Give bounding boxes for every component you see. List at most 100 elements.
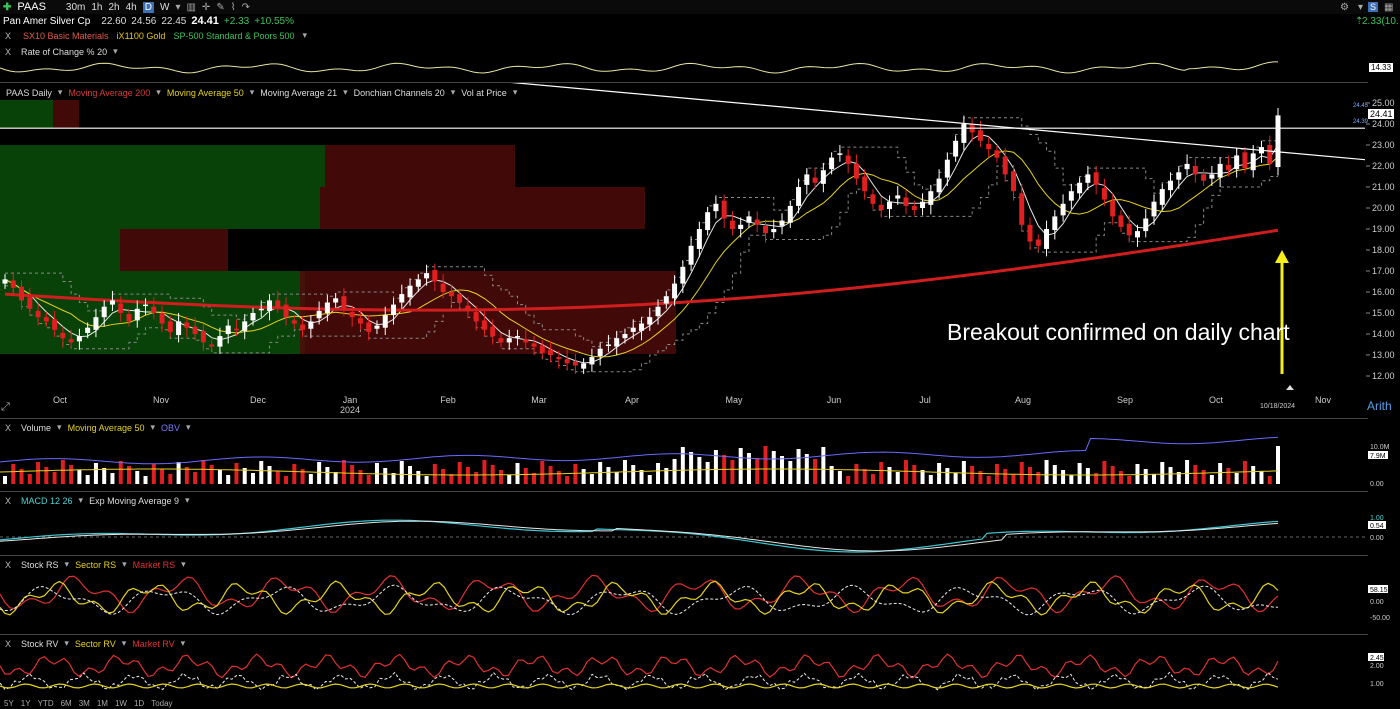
chevron-down-icon[interactable]: ▾ [303,30,308,41]
comparison-gold[interactable]: iX1100 Gold [117,31,166,41]
volume-label[interactable]: Volume [21,423,51,433]
volume-bar [1209,475,1214,484]
volume-ma-label[interactable]: Moving Average 50 [68,423,145,433]
candle-body [324,302,330,313]
candle-body [2,279,8,284]
date-tick-label: Feb [440,395,456,405]
roc-panel: 14.33 [0,61,1393,74]
candle-body [250,313,256,321]
volume-bar [234,463,239,484]
date-tick-label: Nov [153,395,170,405]
comparison-sp500[interactable]: SP-500 Standard & Poors 500 [173,31,294,41]
close-icon[interactable]: X [5,31,11,41]
volume-bar [176,462,181,484]
range-today[interactable]: Today [151,699,172,708]
range-1y[interactable]: 1Y [21,699,31,708]
chevron-down-icon[interactable]: ▾ [1358,2,1363,13]
interval-4h[interactable]: 4h [126,2,137,13]
volume-bar [27,474,32,484]
crosshair-icon[interactable]: ✛ [202,2,210,13]
close-icon[interactable]: X [5,423,11,433]
candle-body [275,300,281,307]
interval-daily[interactable]: D [142,1,154,13]
candle-body [316,310,322,319]
candle-body [357,318,363,324]
volume-bar [796,449,801,484]
price-tick-label: 23.00 [1372,140,1395,150]
candle-body [333,298,339,303]
volume-bar [837,471,842,484]
candle-body [986,143,992,150]
symbol-label[interactable]: PAAS [17,1,46,13]
candle-body [911,205,917,211]
obv-label[interactable]: OBV [161,423,180,433]
quote-line: Pan Amer Silver Cp 22.60 24.56 22.45 24.… [0,14,1400,28]
volume-bar [1135,464,1140,484]
volume-bar [250,473,255,484]
candle-body [1019,193,1025,225]
volume-bar [961,461,966,484]
candle-body [300,324,306,330]
brush-icon[interactable]: ⌇ [231,2,236,13]
macd-line [0,519,1279,553]
candle-body [1052,216,1058,231]
volume-bar [1276,446,1280,484]
candle-body [448,292,454,297]
candle-body [589,357,595,365]
high-value: 24.56 [131,15,157,27]
volume-bar [151,464,156,484]
vol-tick-2: 7.9M [1370,453,1386,460]
range-ytd[interactable]: YTD [38,699,54,708]
change-value: +2.33 [223,15,250,27]
volume-bar [680,447,685,484]
rv-tick-2: 2.00 [1370,663,1384,670]
comparison-basic-materials[interactable]: SX10 Basic Materials [23,31,109,41]
volume-bar [763,446,768,484]
expand-icon[interactable]: ⤢ [1,401,10,413]
volume-bar [829,466,834,484]
range-6m[interactable]: 6M [61,699,72,708]
chevron-down-icon[interactable]: ▾ [175,2,180,13]
volume-bar [93,463,98,484]
candle-body [564,359,570,364]
add-icon[interactable]: ✚ [3,2,11,13]
interval-1h[interactable]: 1h [91,2,102,13]
rv-chart: 2.45 2.00 1.00 [0,653,1384,691]
range-3m[interactable]: 3M [79,699,90,708]
interval-30m[interactable]: 30m [66,2,85,13]
volume-bar [1259,471,1264,484]
volume-bar [441,469,446,484]
volume-bar [846,476,851,484]
candle-body [1068,191,1074,201]
volume-at-price-bars [0,100,676,354]
volume-bar [350,465,355,484]
rs-chart: 58.15 0.00 -50.00 [0,574,1390,622]
candle-body [1143,218,1149,232]
divider [0,418,1368,419]
volume-bar [1061,470,1066,484]
settings-icon[interactable]: ⚙ [1340,2,1349,13]
chart-type-icon[interactable]: ▥ [186,2,195,13]
range-1m[interactable]: 1M [97,699,108,708]
pencil-icon[interactable]: ✎ [216,2,224,13]
price-chart[interactable]: 12.00 13.00 14.00 15.00 16.00 17.00 18.00 19.00… [0,83,1400,418]
candle-body [920,201,926,208]
interval-weekly[interactable]: W [160,2,169,13]
date-tick-label: Oct [53,395,68,405]
volume-bar [424,476,429,484]
candle-body [804,174,810,185]
grid-icon[interactable]: ▦ [1384,2,1393,13]
price-tick-label: 12.00 [1372,371,1395,381]
range-1d[interactable]: 1D [134,699,144,708]
volume-bar [284,476,289,484]
range-1w[interactable]: 1W [115,699,127,708]
volume-bar [267,466,272,484]
candle-body [1151,201,1157,217]
candle-body [1159,189,1165,205]
range-5y[interactable]: 5Y [4,699,14,708]
redo-icon[interactable]: ↷ [242,2,250,13]
scale-mode[interactable]: Arith [1367,399,1392,413]
volume-bar [1234,473,1239,484]
interval-2h[interactable]: 2h [109,2,120,13]
volume-bar [416,471,421,484]
